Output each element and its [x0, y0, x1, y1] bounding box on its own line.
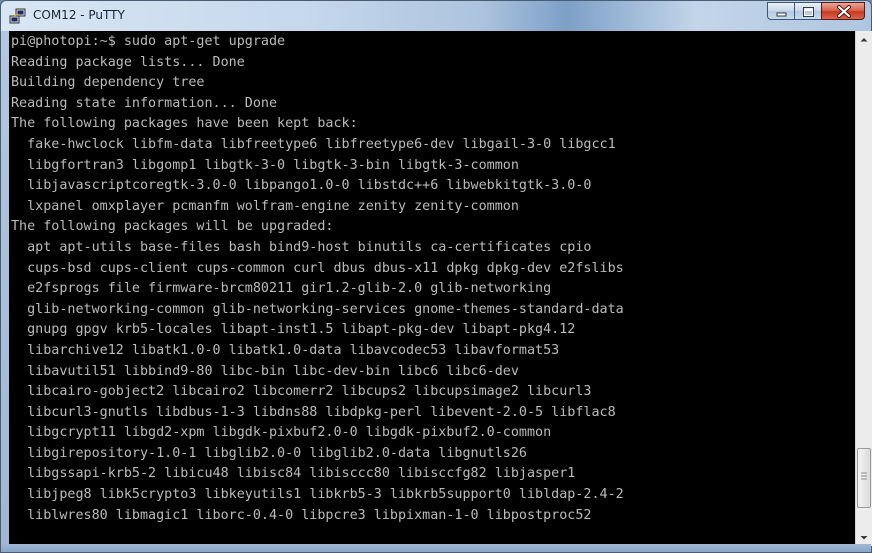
- close-button[interactable]: [821, 2, 865, 20]
- terminal-line: libgfortran3 libgomp1 libgtk-3-0 libgtk-…: [11, 157, 519, 173]
- terminal-line: libcairo-gobject2 libcairo2 libcomerr2 l…: [11, 384, 592, 400]
- terminal-line: The following packages will be upgraded:: [11, 219, 334, 235]
- terminal-line: glib-networking-common glib-networking-s…: [11, 301, 624, 317]
- terminal-line: libavutil51 libbind9-80 libc-bin libc-de…: [11, 363, 519, 379]
- terminal-line: Building dependency tree: [11, 75, 205, 91]
- terminal-line: Reading package lists... Done: [11, 54, 245, 70]
- putty-window: COM12 - PuTTY pi@photopi:~$ sudo apt-get…: [0, 0, 872, 553]
- terminal-line: lxpanel omxplayer pcmanfm wolfram-engine…: [11, 198, 519, 214]
- minimize-button[interactable]: [767, 2, 794, 20]
- window-title: COM12 - PuTTY: [33, 8, 125, 22]
- maximize-icon: [803, 7, 814, 17]
- title-bar[interactable]: COM12 - PuTTY: [1, 1, 871, 31]
- terminal-line: pi@photopi:~$ sudo apt-get upgrade: [11, 34, 286, 49]
- terminal-line: Reading state information... Done: [11, 95, 278, 111]
- scroll-grip-icon: [861, 472, 867, 480]
- terminal-line: cups-bsd cups-client cups-common curl db…: [11, 260, 624, 276]
- terminal-lines: pi@photopi:~$ sudo apt-get upgrade Readin…: [9, 32, 855, 526]
- terminal-line: libgcrypt11 libgd2-xpm libgdk-pixbuf2.0-…: [11, 425, 552, 441]
- terminal-line: apt apt-utils base-files bash bind9-host…: [11, 239, 592, 255]
- maximize-button[interactable]: [794, 2, 821, 20]
- window-controls: [767, 2, 865, 22]
- terminal-line: gnupg gpgv krb5-locales libapt-inst1.5 l…: [11, 322, 576, 338]
- terminal-line: liblwres80 libmagic1 liborc-0.4-0 libpcr…: [11, 507, 592, 523]
- minimize-icon: [776, 12, 787, 17]
- terminal-line: libgirepository-1.0-1 libglib2.0-0 libgl…: [11, 445, 527, 461]
- window-bottom-border: [1, 544, 871, 552]
- terminal-line: libcurl3-gnutls libdbus-1-3 libdns88 lib…: [11, 404, 616, 420]
- terminal-line: e2fsprogs file firmware-brcm80211 gir1.2…: [11, 281, 552, 297]
- terminal-output[interactable]: pi@photopi:~$ sudo apt-get upgrade Readin…: [9, 31, 855, 546]
- scrollbar-thumb[interactable]: [857, 448, 871, 508]
- vertical-scrollbar[interactable]: [855, 31, 872, 546]
- terminal-line: libgssapi-krb5-2 libicu48 libisc84 libis…: [11, 466, 576, 482]
- terminal-line: libjpeg8 libk5crypto3 libkeyutils1 libkr…: [11, 487, 624, 503]
- scroll-up-button[interactable]: [856, 31, 872, 48]
- terminal-line: fake-hwclock libfm-data libfreetype6 lib…: [11, 136, 616, 152]
- terminal-line: The following packages have been kept ba…: [11, 116, 358, 132]
- close-icon: [837, 5, 851, 18]
- scroll-up-arrow-icon: [860, 38, 868, 42]
- terminal-line: libarchive12 libatk1.0-0 libatk1.0-data …: [11, 342, 560, 358]
- terminal-line: libjavascriptcoregtk-3.0-0 libpango1.0-0…: [11, 178, 592, 194]
- putty-icon[interactable]: [9, 7, 27, 25]
